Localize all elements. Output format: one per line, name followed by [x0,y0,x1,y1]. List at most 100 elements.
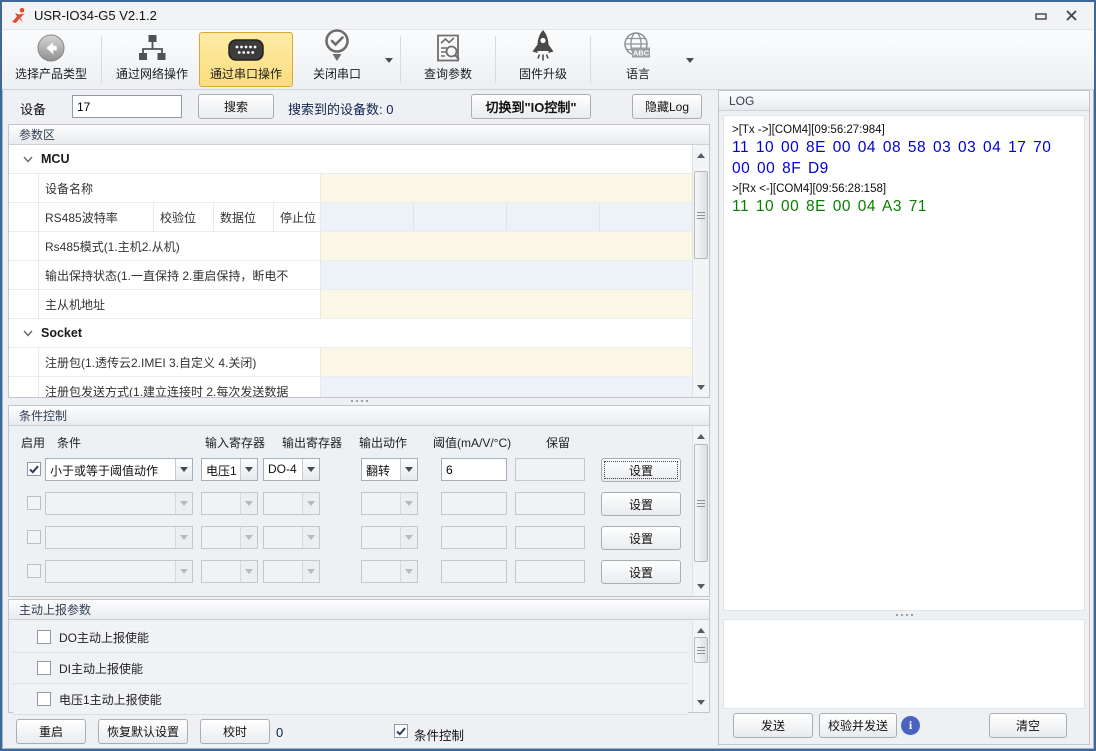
scrollbar-thumb[interactable] [694,637,708,663]
group-name: Socket [41,326,82,340]
restart-button[interactable]: 重启 [16,719,86,744]
report-checkbox-unchecked[interactable] [37,692,51,706]
report-header: 主动上报参数 [9,600,709,620]
set-button[interactable]: 设置 [601,560,681,584]
enable-checkbox-unchecked[interactable] [27,530,41,544]
params-scrollbar[interactable] [692,145,709,397]
time-sync-button[interactable]: 校时 [200,719,270,744]
chevron-down-icon[interactable] [175,459,192,480]
left-pane: 设备 搜索 搜索到的设备数: 0 切换到"IO控制" 隐藏Log 参数区 MCU… [8,90,714,747]
close-serial-dropdown-arrow[interactable] [381,32,397,87]
param-label: 注册包(1.透传云2.IMEI 3.自定义 4.关闭) [38,348,321,376]
restore-defaults-button[interactable]: 恢复默认设置 [98,719,188,744]
param-value-cell[interactable] [321,290,692,318]
output-action-select[interactable]: 翻转 [361,458,418,481]
scroll-down-arrow[interactable] [693,696,709,712]
param-value-cell[interactable] [321,377,692,397]
set-button[interactable]: 设置 [601,458,681,482]
param-group-mcu[interactable]: MCU [9,145,692,174]
report-item: DO主动上报使能 [13,622,688,653]
condition-select-disabled [45,492,193,515]
condition-toggle-checkbox-checked[interactable] [394,724,408,738]
param-label: RS485波特率 [39,203,154,231]
language-dropdown-arrow[interactable] [682,32,698,87]
switch-io-control-button[interactable]: 切换到"IO控制" [471,94,591,119]
report-scrollbar[interactable] [692,620,709,712]
send-button[interactable]: 发送 [733,713,813,738]
param-row[interactable]: Rs485模式(1.主机2.从机) [9,232,692,261]
param-row[interactable]: 主从机地址 [9,290,692,319]
clear-button[interactable]: 清空 [989,713,1067,738]
scrollbar-thumb[interactable] [694,444,708,562]
report-checkbox-unchecked[interactable] [37,630,51,644]
log-entry-meta: >[Rx <-][COM4][09:56:28:158] [732,183,1076,195]
toolbar-select-product-type[interactable]: 选择产品类型 [4,32,98,87]
param-row[interactable]: 输出保持状态(1.一直保持 2.重启保持，断电不 [9,261,692,290]
param-row[interactable]: RS485波特率 校验位 数据位 停止位 [9,203,692,232]
toolbar-serial-operate[interactable]: 通过串口操作 [199,32,293,87]
input-register-select[interactable]: 电压1 [201,458,258,481]
verify-send-button[interactable]: 校验并发送 [819,713,897,738]
chevron-down-icon[interactable] [400,459,417,480]
toolbar-network-operate[interactable]: 通过网络操作 [105,32,199,87]
col-reserved: 保留 [546,434,570,451]
scroll-down-arrow[interactable] [693,381,709,397]
param-row[interactable]: 注册包(1.透传云2.IMEI 3.自定义 4.关闭) [9,348,692,377]
scroll-down-arrow[interactable] [693,580,709,596]
threshold-input[interactable] [441,458,507,481]
output-register-select[interactable]: DO-4 [263,458,320,481]
log-entry-hex-rx: 11 10 00 8E 00 04 A3 71 [732,197,1076,218]
info-icon[interactable]: i [901,716,920,735]
close-button[interactable] [1056,5,1086,27]
param-row[interactable]: 设备名称 [9,174,692,203]
pane-splitter[interactable] [8,397,710,405]
send-input-area[interactable] [723,619,1085,709]
log-splitter[interactable] [723,611,1085,619]
output-action-value: 翻转 [362,459,400,480]
scrollbar-thumb[interactable] [694,171,708,259]
input-register-value: 电压1 [202,459,240,480]
scroll-up-arrow[interactable] [693,145,709,161]
set-button[interactable]: 设置 [601,526,681,550]
col-threshold: 阈值(mA/V/°C) [433,434,511,451]
scroll-up-arrow[interactable] [693,620,709,636]
set-button[interactable]: 设置 [601,492,681,516]
enable-checkbox-checked[interactable] [27,462,41,476]
toolbar-language[interactable]: ABC 语言 [594,32,682,87]
output-action-select-disabled [361,526,418,549]
chevron-down-icon [400,493,417,514]
enable-checkbox-unchecked[interactable] [27,496,41,510]
log-output[interactable]: >[Tx ->][COM4][09:56:27:984] 11 10 00 8E… [723,115,1085,611]
toolbar-firmware-upgrade[interactable]: 固件升级 [499,32,587,87]
chevron-down-icon [240,561,257,582]
enable-checkbox-unchecked[interactable] [27,564,41,578]
param-group-socket[interactable]: Socket [9,319,692,348]
network-icon [136,32,168,64]
toolbar-close-serial[interactable]: 关闭串口 [293,32,381,87]
param-value-cell[interactable] [321,232,692,260]
report-checkbox-unchecked[interactable] [37,661,51,675]
param-row[interactable]: 注册包发送方式(1.建立连接时 2.每次发送数据 [9,377,692,397]
param-value-cell[interactable] [321,174,692,202]
toolbar: 选择产品类型 通过网络操作 [2,30,1094,90]
output-register-select-disabled [263,492,320,515]
chevron-down-icon[interactable] [240,459,257,480]
minimize-button[interactable] [1026,5,1056,27]
hide-log-button[interactable]: 隐藏Log [632,94,702,119]
param-value-cells[interactable] [321,203,692,231]
chevron-down-icon [175,527,192,548]
scroll-up-arrow[interactable] [693,426,709,442]
chevron-down-icon [240,527,257,548]
threshold-input-disabled [441,526,507,549]
rocket-icon [529,28,557,64]
col-condition: 条件 [57,434,81,451]
device-input[interactable] [72,95,182,118]
chevron-down-icon[interactable] [302,459,319,480]
search-button[interactable]: 搜索 [198,94,274,119]
condition-scrollbar[interactable] [692,426,709,596]
toolbar-query-params[interactable]: 查询参数 [404,32,492,87]
param-value-cell[interactable] [321,348,692,376]
condition-select[interactable]: 小于或等于阈值动作 [45,458,193,481]
chevron-down-icon [23,330,33,337]
param-value-cell[interactable] [321,261,692,289]
